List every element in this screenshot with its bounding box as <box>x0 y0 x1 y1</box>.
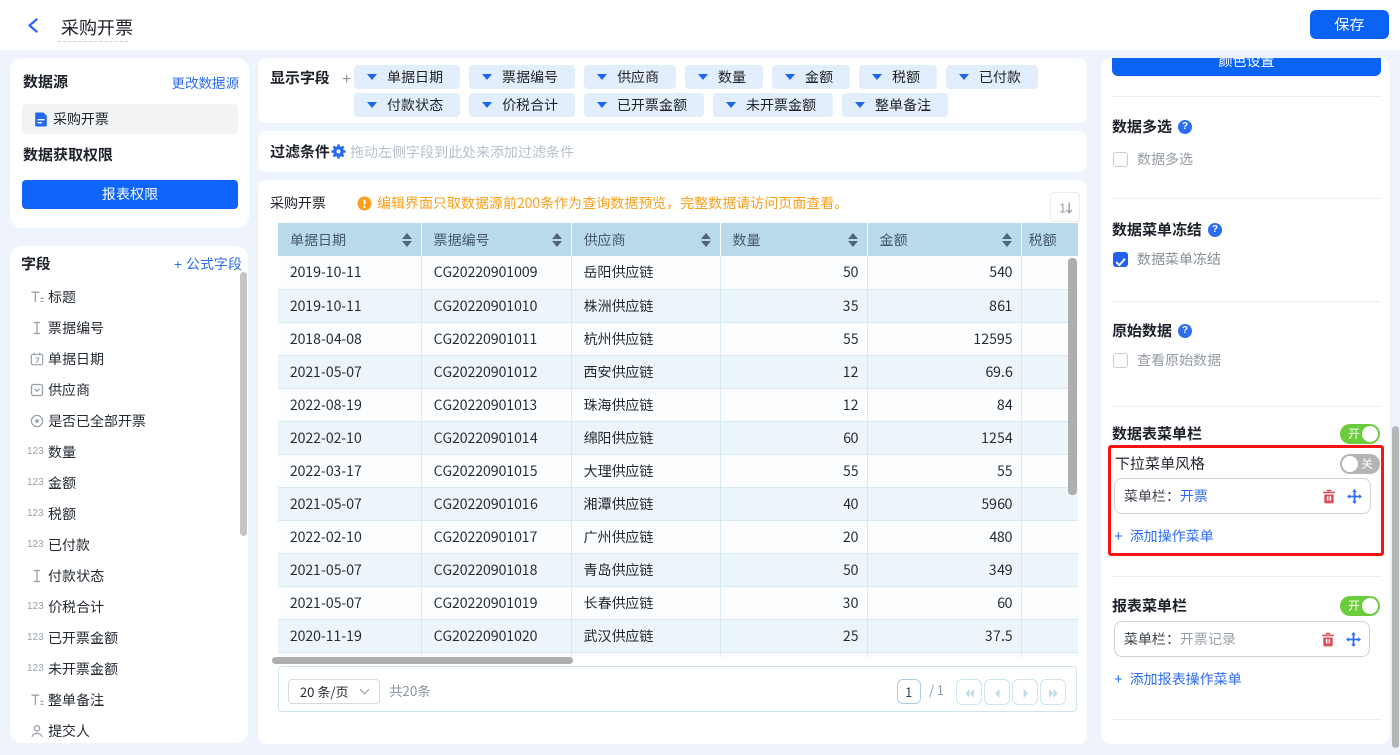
svg-text:1: 1 <box>1059 201 1066 216</box>
